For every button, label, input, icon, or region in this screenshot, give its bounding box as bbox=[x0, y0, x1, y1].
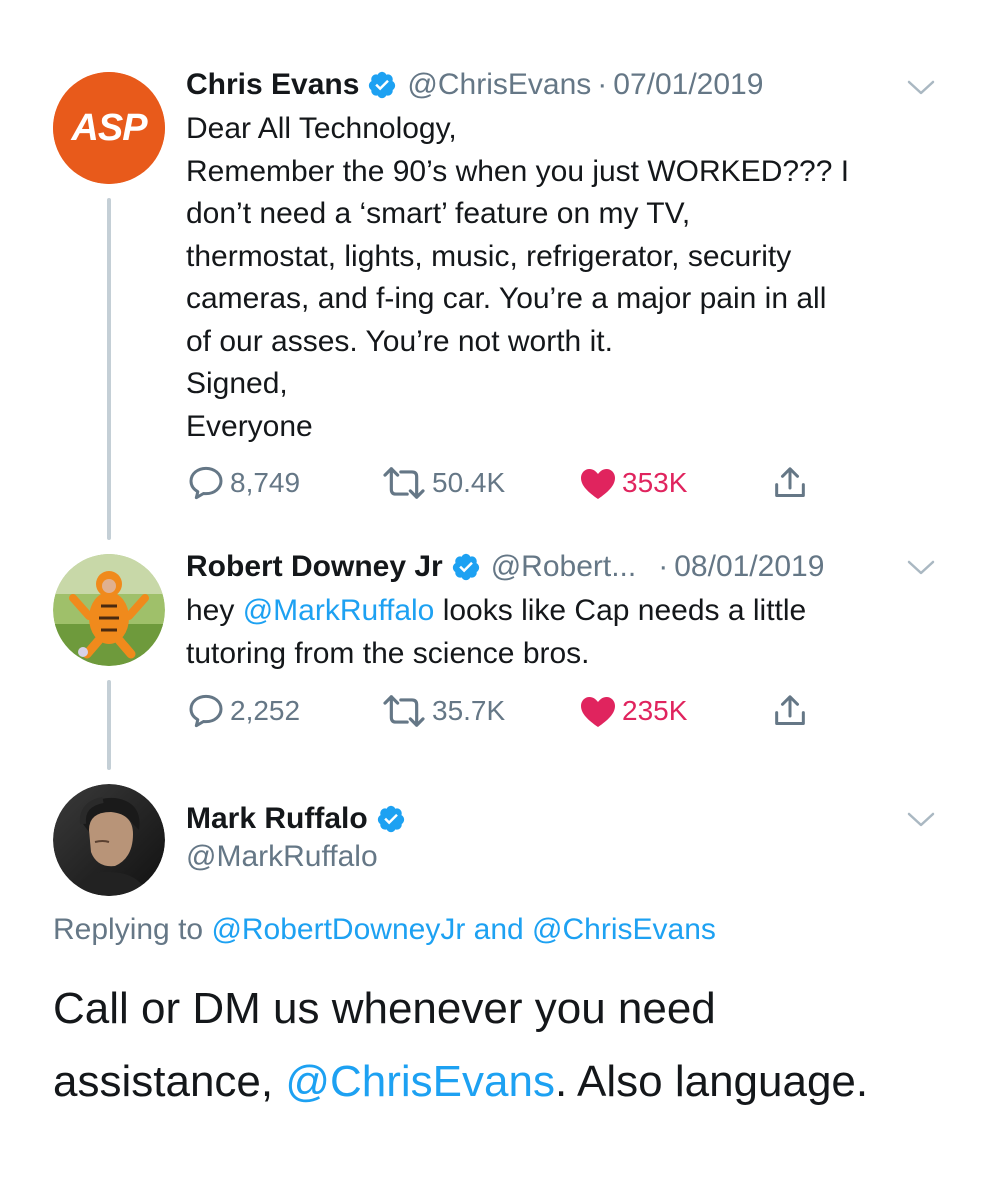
thread-line bbox=[107, 680, 111, 770]
separator-dot: · bbox=[658, 550, 669, 583]
verified-badge-icon bbox=[367, 70, 397, 100]
tweet-header: Mark Ruffalo bbox=[186, 799, 416, 839]
retweet-button[interactable]: 50.4K bbox=[380, 463, 505, 503]
reply-button[interactable]: 8,749 bbox=[186, 463, 300, 503]
tweet-text-line: Signed, bbox=[186, 367, 288, 400]
display-name[interactable]: Robert Downey Jr bbox=[186, 550, 443, 584]
heart-icon bbox=[578, 691, 618, 731]
thread-line bbox=[107, 198, 111, 540]
reply-icon bbox=[186, 691, 226, 731]
text-segment: looks like Cap needs a little bbox=[434, 594, 807, 627]
avatar[interactable]: ASP bbox=[53, 72, 165, 184]
avatar[interactable] bbox=[53, 784, 165, 896]
tweet-text: hey @MarkRuffalo looks like Cap needs a … bbox=[186, 590, 806, 675]
reply-button[interactable]: 2,252 bbox=[186, 691, 300, 731]
mention-link[interactable]: @MarkRuffalo bbox=[243, 594, 435, 627]
handle[interactable]: @Robert... bbox=[491, 550, 637, 584]
tweet-header: Robert Downey Jr @Robert... · 08/01/2019 bbox=[186, 547, 824, 587]
tweet-text: Dear All Technology, Remember the 90’s w… bbox=[186, 108, 849, 448]
chevron-down-icon[interactable] bbox=[906, 810, 936, 830]
text-segment: hey bbox=[186, 594, 243, 627]
avatar[interactable] bbox=[53, 554, 165, 666]
tweet-text-line: don’t need a ‘smart’ feature on my TV, bbox=[186, 197, 691, 230]
mention-link[interactable]: @ChrisEvans bbox=[285, 1057, 555, 1106]
like-count: 235K bbox=[622, 695, 688, 726]
share-button[interactable] bbox=[770, 691, 814, 731]
verified-badge-icon bbox=[376, 804, 406, 834]
reply-icon bbox=[186, 463, 226, 503]
handle[interactable]: @MarkRuffalo bbox=[186, 840, 378, 874]
tweet-text-line: tutoring from the science bros. bbox=[186, 636, 590, 670]
mention-link[interactable]: @ChrisEvans bbox=[532, 913, 716, 946]
like-button[interactable]: 235K bbox=[578, 691, 687, 731]
chevron-down-icon[interactable] bbox=[906, 558, 936, 578]
retweet-count: 50.4K bbox=[432, 467, 506, 498]
retweet-count: 35.7K bbox=[432, 695, 506, 726]
retweet-icon bbox=[380, 464, 428, 502]
like-button[interactable]: 353K bbox=[578, 463, 687, 503]
handle[interactable]: @ChrisEvans bbox=[407, 68, 591, 102]
tweet-text-line: Call or DM us whenever you need bbox=[53, 984, 716, 1033]
avatar-photo bbox=[53, 784, 165, 896]
separator-dot: · bbox=[597, 68, 608, 101]
share-icon bbox=[770, 691, 810, 731]
tweet-text-line: Remember the 90’s when you just WORKED??… bbox=[186, 154, 850, 188]
tweet-header: Chris Evans @ChrisEvans · 07/01/2019 bbox=[186, 65, 763, 105]
share-button[interactable] bbox=[770, 463, 814, 503]
display-name[interactable]: Mark Ruffalo bbox=[186, 802, 368, 836]
tweet-text-line: thermostat, lights, music, refrigerator,… bbox=[186, 239, 792, 273]
text-segment: . Also language. bbox=[554, 1057, 869, 1106]
tweet-date[interactable]: 07/01/2019 bbox=[613, 68, 763, 102]
tweet-text: Call or DM us whenever you need assistan… bbox=[53, 972, 868, 1118]
tweet-date[interactable]: 08/01/2019 bbox=[674, 550, 824, 584]
retweet-button[interactable]: 35.7K bbox=[380, 691, 505, 731]
like-count: 353K bbox=[622, 467, 688, 498]
heart-icon bbox=[578, 463, 618, 503]
tweet-text-line: cameras, and f-ing car. You’re a major p… bbox=[186, 282, 827, 315]
tweet-text-line: of our asses. You’re not worth it. bbox=[186, 324, 613, 358]
tweet-text-line: Dear All Technology, bbox=[186, 112, 457, 145]
avatar-photo bbox=[53, 554, 165, 666]
tweet-text-line: Everyone bbox=[186, 409, 313, 443]
tweet-text-line: assistance, @ChrisEvans. Also language. bbox=[53, 1045, 868, 1118]
replying-to-and: and bbox=[465, 913, 533, 946]
mention-link[interactable]: @RobertDowneyJr bbox=[211, 913, 465, 946]
reply-count: 8,749 bbox=[230, 467, 301, 498]
text-segment: assistance, bbox=[53, 1057, 286, 1106]
retweet-icon bbox=[380, 692, 428, 730]
tweet-text-line: hey @MarkRuffalo looks like Cap needs a … bbox=[186, 590, 806, 633]
replying-to-label: Replying to bbox=[53, 913, 212, 946]
verified-badge-icon bbox=[451, 552, 481, 582]
replying-to: Replying to @RobertDowneyJr and @ChrisEv… bbox=[53, 913, 716, 947]
avatar-logo-text: ASP bbox=[70, 107, 148, 149]
asp-logo-icon: ASP bbox=[53, 72, 165, 184]
chevron-down-icon[interactable] bbox=[906, 78, 936, 98]
display-name[interactable]: Chris Evans bbox=[186, 68, 359, 102]
reply-count: 2,252 bbox=[230, 695, 301, 726]
share-icon bbox=[770, 463, 810, 503]
